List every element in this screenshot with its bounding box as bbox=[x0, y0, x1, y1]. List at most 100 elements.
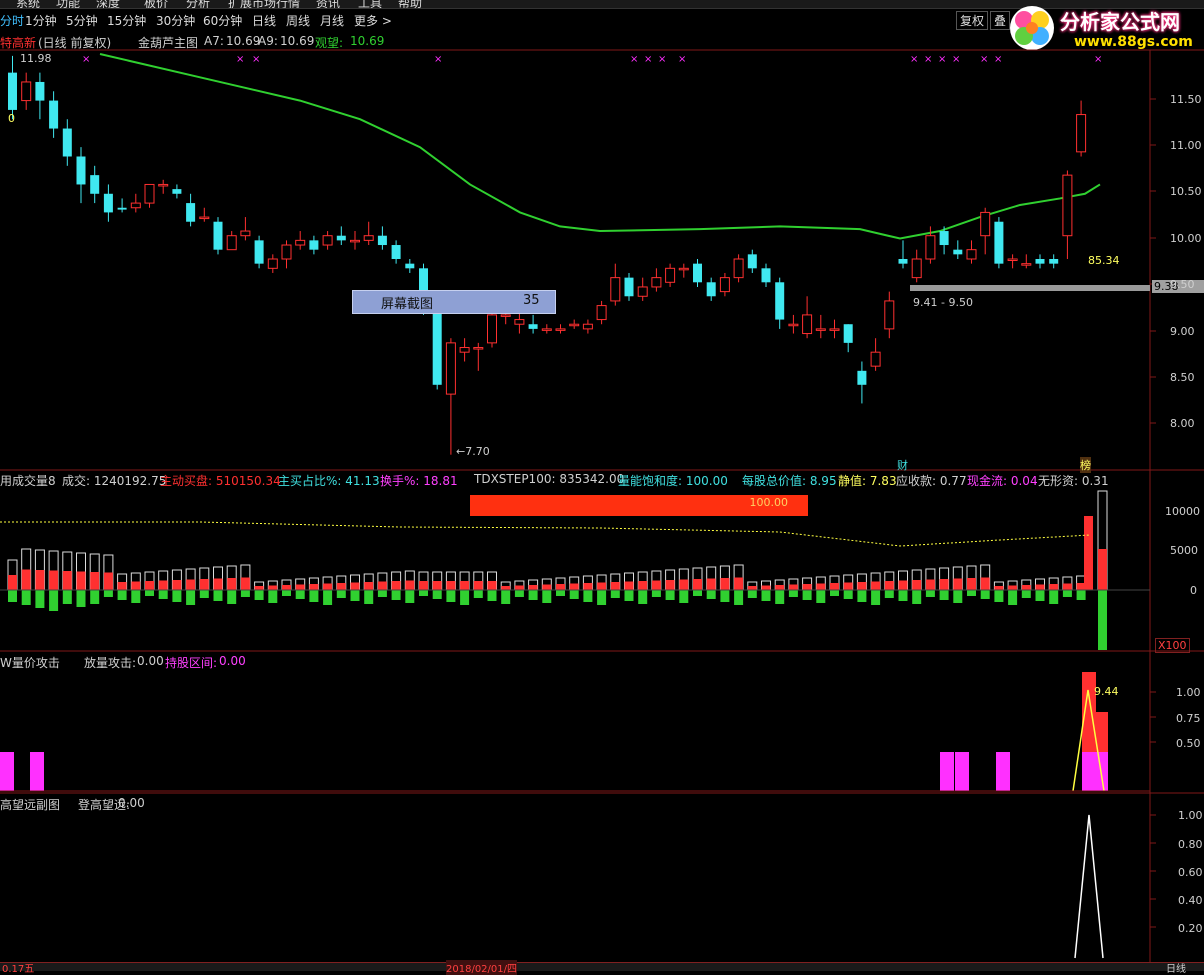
candle-body bbox=[1007, 258, 1018, 261]
buy-bar bbox=[939, 579, 949, 590]
buy-bar bbox=[117, 582, 127, 590]
sell-bar bbox=[597, 590, 607, 605]
sell-bar bbox=[1049, 590, 1059, 604]
attack-axis-075: 0.75 bbox=[1176, 712, 1201, 725]
volume-field-0: 成交: 1240192.75 bbox=[62, 474, 167, 488]
sell-bar bbox=[158, 590, 168, 599]
volume-field-3: 换手%: 18.81 bbox=[380, 474, 458, 488]
period-button[interactable]: 日线 bbox=[1166, 960, 1186, 975]
volume-field-2: 主买占比%: 41.13 bbox=[278, 474, 380, 488]
attack-axis-050: 0.50 bbox=[1176, 737, 1201, 750]
popup-value: 35 bbox=[523, 293, 540, 308]
zero-mark: 0 bbox=[8, 112, 15, 125]
sell-bar bbox=[1035, 590, 1045, 601]
buy-bar bbox=[145, 581, 154, 590]
candle-body bbox=[35, 81, 45, 101]
buy-bar bbox=[1008, 585, 1018, 590]
buy-bar bbox=[186, 579, 196, 590]
reference-bar bbox=[910, 285, 1150, 291]
far-axis-02: 0.20 bbox=[1178, 922, 1203, 935]
candle-body bbox=[870, 351, 881, 367]
candle-body bbox=[596, 305, 607, 321]
price-axis-label: 9.00 bbox=[1170, 325, 1195, 338]
sell-bar bbox=[240, 590, 250, 597]
vol-axis-0: 0 bbox=[1190, 584, 1197, 597]
sell-bar bbox=[912, 590, 922, 604]
buy-bar bbox=[514, 585, 524, 590]
candle-body bbox=[898, 259, 908, 264]
signal-marker: × bbox=[236, 54, 244, 65]
buy-bar bbox=[542, 584, 552, 590]
sell-bar bbox=[1076, 590, 1086, 600]
right-mark: 85.34 bbox=[1088, 254, 1120, 267]
candle-body bbox=[336, 235, 346, 241]
screenshot-popup[interactable]: 屏幕截图 35 bbox=[352, 290, 556, 314]
candle-body bbox=[8, 72, 17, 110]
candle-body bbox=[925, 235, 936, 260]
candle-body bbox=[994, 221, 1004, 264]
sell-bar bbox=[1021, 590, 1031, 598]
candle-body bbox=[939, 231, 949, 246]
candle-body bbox=[966, 249, 977, 260]
buy-bar bbox=[227, 578, 237, 590]
candle-body bbox=[1076, 114, 1087, 153]
sell-bar bbox=[967, 590, 976, 596]
far-axis-1: 1.00 bbox=[1178, 809, 1203, 822]
sell-bar bbox=[446, 590, 456, 602]
candle-body bbox=[528, 324, 538, 329]
buy-bar bbox=[131, 581, 141, 590]
candle-body bbox=[665, 267, 676, 283]
sell-bar bbox=[884, 590, 894, 598]
buy-bar bbox=[62, 571, 72, 590]
candle-body bbox=[980, 211, 991, 237]
signal-marker: × bbox=[434, 54, 442, 65]
candle-body bbox=[49, 100, 59, 129]
date-cursor-label: 2018/02/01/四 bbox=[446, 960, 518, 975]
sell-bar bbox=[460, 590, 470, 605]
price-axis-label: 10.50 bbox=[1170, 185, 1202, 198]
sell-bar bbox=[432, 590, 442, 599]
buy-bar bbox=[925, 579, 935, 590]
buy-bar bbox=[473, 581, 483, 590]
sell-bar bbox=[720, 590, 730, 602]
attack-peak-label: 9.44 bbox=[1094, 685, 1119, 698]
buy-bar bbox=[994, 586, 1004, 590]
candle-body bbox=[624, 277, 634, 297]
sell-bar bbox=[62, 590, 72, 604]
candle-body bbox=[747, 254, 757, 269]
sell-bar bbox=[898, 590, 908, 601]
sell-bar bbox=[90, 590, 100, 604]
candle-body bbox=[706, 282, 716, 297]
buy-bar bbox=[487, 581, 497, 590]
far-f1-value: 0.00 bbox=[118, 796, 145, 810]
buy-bar bbox=[980, 577, 990, 590]
candle-body bbox=[775, 282, 785, 320]
attack-bar bbox=[0, 752, 14, 791]
sell-bar bbox=[802, 590, 812, 600]
candle-body bbox=[1021, 263, 1032, 266]
signal-marker: × bbox=[630, 54, 638, 65]
range-label: 9.41 - 9.50 bbox=[913, 296, 973, 309]
sell-bar bbox=[295, 590, 305, 599]
attack-bar bbox=[1082, 752, 1108, 791]
sell-bar bbox=[501, 590, 511, 604]
sell-bar bbox=[761, 590, 771, 601]
volume-bar-big bbox=[1098, 549, 1107, 590]
sell-bar bbox=[309, 590, 319, 602]
candle-body bbox=[582, 323, 593, 330]
attack-bar bbox=[996, 752, 1010, 791]
buy-bar bbox=[1021, 585, 1031, 590]
candle-body bbox=[103, 193, 113, 213]
sell-bar bbox=[857, 590, 867, 602]
saturation-value: 100.00 bbox=[749, 496, 789, 509]
sell-bar bbox=[843, 590, 853, 599]
buy-bar bbox=[569, 583, 579, 590]
buy-bar bbox=[720, 578, 730, 590]
buy-bar bbox=[967, 578, 976, 590]
sell-bar bbox=[254, 590, 264, 600]
buy-bar bbox=[788, 584, 798, 590]
far-axis-08: 0.80 bbox=[1178, 838, 1203, 851]
buy-bar bbox=[158, 580, 168, 590]
attack-f1-label: 放量攻击: bbox=[84, 656, 137, 670]
sell-bar bbox=[473, 590, 483, 598]
